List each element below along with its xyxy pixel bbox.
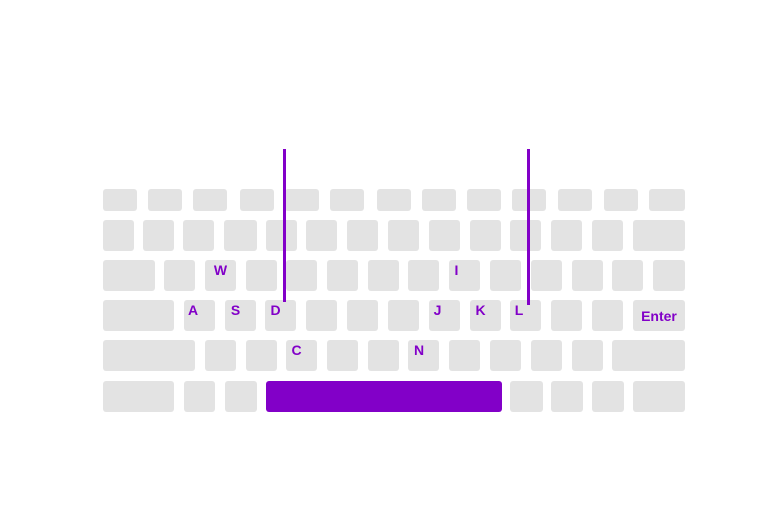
key-row6-ctrl-l	[103, 381, 174, 412]
key-row2-8	[388, 220, 419, 251]
key-row3-u	[408, 260, 439, 291]
key-w: W	[205, 260, 236, 291]
key-l: L	[510, 300, 541, 331]
key-row3-bracket-r	[612, 260, 643, 291]
marker-line-l	[527, 149, 530, 305]
key-c-label: C	[291, 342, 302, 358]
key-row3-backslash	[653, 260, 685, 291]
key-enter-label: Enter	[641, 308, 677, 324]
key-w-label: W	[213, 262, 228, 278]
key-row5-m	[449, 340, 480, 371]
key-c: C	[286, 340, 317, 371]
key-row5-comma	[490, 340, 521, 371]
key-row3-q	[164, 260, 195, 291]
keyboard-diagram: W I A S D J K L Enter C N	[0, 0, 764, 511]
key-row1-7	[377, 189, 411, 211]
key-row1-6	[330, 189, 364, 211]
key-row2-2	[143, 220, 174, 251]
key-row1-4	[240, 189, 274, 211]
key-row1-1	[103, 189, 137, 211]
key-row2-5	[266, 220, 297, 251]
key-row5-shift-r	[612, 340, 685, 371]
key-row2-12	[551, 220, 582, 251]
key-row2-11	[510, 220, 541, 251]
key-row4-caps	[103, 300, 174, 331]
key-l-label: L	[514, 302, 524, 318]
key-row1-12	[604, 189, 638, 211]
key-row1-3	[193, 189, 227, 211]
key-row5-v	[327, 340, 358, 371]
key-row3-r	[286, 260, 317, 291]
key-space	[266, 381, 502, 412]
key-i: I	[449, 260, 480, 291]
key-d: D	[265, 300, 296, 331]
key-row1-2	[148, 189, 182, 211]
key-row6-alt-l	[225, 381, 257, 412]
key-row6-fn	[184, 381, 215, 412]
key-row5-period	[531, 340, 562, 371]
key-row2-10	[470, 220, 501, 251]
key-row5-b	[368, 340, 399, 371]
key-row2-1	[103, 220, 134, 251]
key-row4-semicolon	[551, 300, 582, 331]
key-row3-e	[246, 260, 277, 291]
key-row5-x	[246, 340, 277, 371]
key-row3-o	[490, 260, 521, 291]
key-n-label: N	[413, 342, 425, 358]
key-row4-h	[388, 300, 419, 331]
key-row2-3	[183, 220, 214, 251]
key-s-label: S	[230, 302, 241, 318]
key-row4-f	[306, 300, 337, 331]
key-row2-7	[347, 220, 378, 251]
key-row1-13	[649, 189, 685, 211]
key-row2-9	[429, 220, 460, 251]
key-a: A	[184, 300, 215, 331]
key-row2-14	[633, 220, 685, 251]
key-row2-6	[306, 220, 337, 251]
key-row3-t	[327, 260, 358, 291]
key-row6-menu	[551, 381, 583, 412]
key-row3-y	[368, 260, 399, 291]
key-row3-bracket-l	[572, 260, 603, 291]
key-row4-quote	[592, 300, 623, 331]
key-j-label: J	[433, 302, 442, 318]
key-row3-p	[531, 260, 562, 291]
key-s: S	[225, 300, 256, 331]
key-row1-8	[422, 189, 456, 211]
key-row6-right	[633, 381, 685, 412]
key-row5-z	[205, 340, 236, 371]
key-k: K	[470, 300, 501, 331]
key-row6-alt-r	[510, 381, 543, 412]
key-row3-tab	[103, 260, 155, 291]
key-j: J	[429, 300, 460, 331]
key-i-label: I	[454, 262, 459, 278]
key-d-label: D	[270, 302, 281, 318]
key-row2-13	[592, 220, 623, 251]
key-k-label: K	[475, 302, 486, 318]
key-row6-ctrl-r	[592, 381, 624, 412]
key-enter: Enter	[633, 300, 685, 331]
key-row1-5	[285, 189, 319, 211]
key-row2-4	[224, 220, 257, 251]
key-a-label: A	[187, 302, 199, 318]
key-row1-11	[558, 189, 592, 211]
key-row5-slash	[572, 340, 603, 371]
marker-line-d	[283, 149, 286, 302]
key-row1-9	[467, 189, 501, 211]
key-row5-shift-l	[103, 340, 195, 371]
key-n: N	[408, 340, 439, 371]
key-row4-g	[347, 300, 378, 331]
